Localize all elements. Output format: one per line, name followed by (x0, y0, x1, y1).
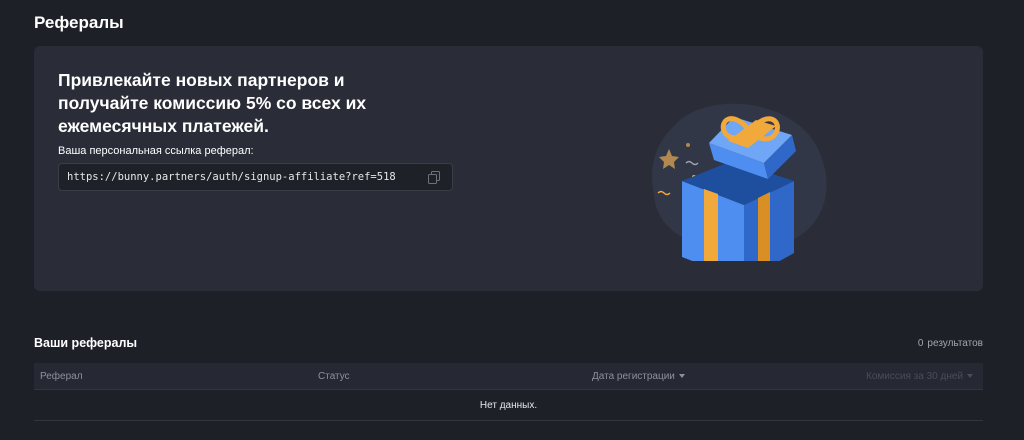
hero-heading: Привлекайте новых партнеров и получайте … (58, 70, 367, 136)
referral-hero-card: Привлекайте новых партнеров и получайте … (34, 46, 983, 291)
referral-link-value[interactable]: https://bunny.partners/auth/signup-affil… (67, 171, 396, 183)
column-referral: Реферал (40, 371, 83, 382)
referral-link-field[interactable]: https://bunny.partners/auth/signup-affil… (58, 163, 453, 191)
empty-state: Нет данных. (479, 400, 538, 411)
table-header: Реферал Статус Дата регистрации Комиссия… (34, 363, 983, 390)
referral-link-label: Ваша персональная ссылка реферал: (58, 145, 254, 157)
column-registration-date-label: Дата регистрации (592, 371, 675, 382)
column-commission-label: Комиссия за 30 дней (866, 371, 963, 382)
column-registration-date[interactable]: Дата регистрации (592, 371, 685, 382)
copy-icon[interactable] (428, 171, 440, 184)
column-commission-30-days[interactable]: Комиссия за 30 дней (866, 371, 973, 382)
page-title: Рефералы (34, 13, 124, 32)
results-count-label: результатов (927, 338, 983, 349)
table-body: Нет данных. (34, 390, 983, 421)
sort-desc-icon (967, 374, 973, 379)
gift-box-illustration (652, 103, 827, 261)
referrals-section-title: Ваши рефералы (34, 336, 138, 350)
results-count-value: 0 (917, 338, 924, 349)
referrals-table: Реферал Статус Дата регистрации Комиссия… (34, 363, 983, 421)
results-count: 0 результатов (914, 338, 983, 349)
column-status: Статус (318, 371, 350, 382)
sort-desc-icon (678, 374, 685, 379)
